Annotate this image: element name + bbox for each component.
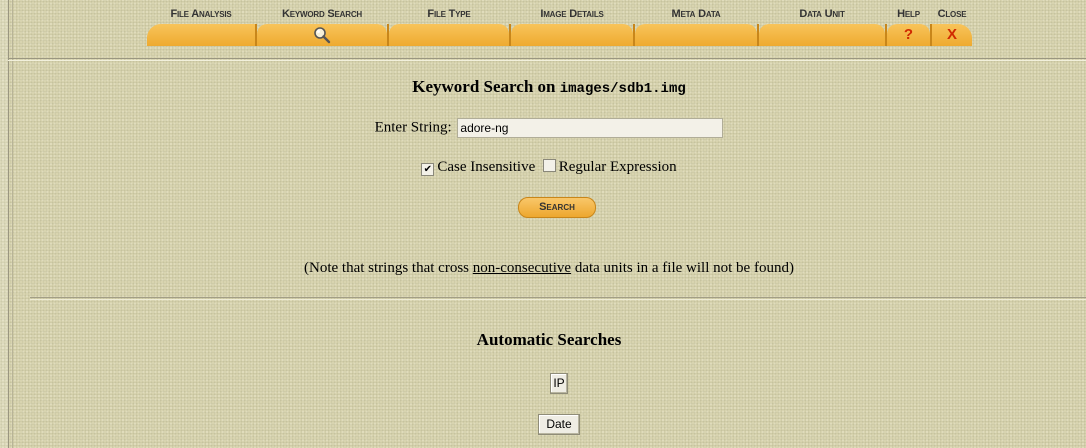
- frame-divider-top-highlight: [8, 60, 1086, 61]
- magnifier-icon: [314, 27, 331, 44]
- ip-search-button[interactable]: IP: [550, 373, 568, 394]
- note-text-before: (Note that strings that cross: [304, 260, 473, 276]
- automatic-searches-title: Automatic Searches: [476, 330, 622, 349]
- regex-label: Regular Expression: [558, 159, 677, 175]
- tab-bar: [389, 24, 509, 46]
- enter-string-row: Enter String:: [12, 118, 1086, 138]
- tab-label: Help: [897, 8, 920, 20]
- image-path: images/sdb1.img: [559, 81, 686, 97]
- enter-string-label: Enter String:: [374, 119, 452, 136]
- tab-help[interactable]: Help ?: [887, 5, 930, 48]
- section-divider: [30, 297, 1086, 298]
- tab-label: Data Unit: [799, 8, 845, 20]
- help-icon: ?: [903, 26, 914, 43]
- search-input[interactable]: [457, 118, 724, 138]
- close-icon: X: [946, 26, 957, 43]
- page-title: Keyword Search on images/sdb1.img: [12, 77, 1086, 97]
- tab-file-analysis[interactable]: File Analysis: [147, 5, 255, 48]
- tab-image-details[interactable]: Image Details: [511, 5, 633, 48]
- regex-checkbox[interactable]: [542, 159, 556, 172]
- note-underlined-text: non-consecutive: [472, 260, 572, 276]
- tab-keyword-search[interactable]: Keyword Search: [257, 5, 387, 48]
- section-divider-highlight: [30, 299, 1086, 300]
- tab-bar: [147, 24, 255, 46]
- tab-close[interactable]: Close X: [932, 5, 972, 48]
- tab-meta-data[interactable]: Meta Data: [635, 5, 757, 48]
- tab-label: Image Details: [540, 8, 604, 20]
- tab-label: Close: [937, 8, 967, 20]
- tab-bar: [511, 24, 633, 46]
- tab-data-unit[interactable]: Data Unit: [759, 5, 885, 48]
- case-insensitive-label: Case Insensitive: [437, 159, 536, 175]
- search-options-row: ✔ Case Insensitive Regular Expression: [12, 159, 1086, 176]
- top-navigation: File Analysis Keyword Search File Type I…: [147, 5, 972, 48]
- frame-divider: [12, 0, 13, 448]
- case-insensitive-checkbox[interactable]: ✔: [421, 163, 435, 176]
- date-search-button[interactable]: Date: [538, 414, 580, 435]
- note-text-after: data units in a file will not be found): [571, 260, 794, 276]
- tab-label: File Analysis: [170, 8, 232, 20]
- tab-label: File Type: [427, 8, 471, 20]
- frame-divider-top: [8, 58, 1086, 59]
- tab-file-type[interactable]: File Type: [389, 5, 509, 48]
- tab-bar: [635, 24, 757, 46]
- search-note: (Note that strings that cross non-consec…: [12, 260, 1086, 277]
- title-prefix: Keyword Search on: [412, 77, 556, 96]
- search-button[interactable]: Search: [518, 197, 596, 218]
- tab-label: Keyword Search: [282, 8, 362, 20]
- tab-bar: [759, 24, 885, 46]
- window-left-frame: [0, 0, 9, 448]
- tab-label: Meta Data: [671, 8, 721, 20]
